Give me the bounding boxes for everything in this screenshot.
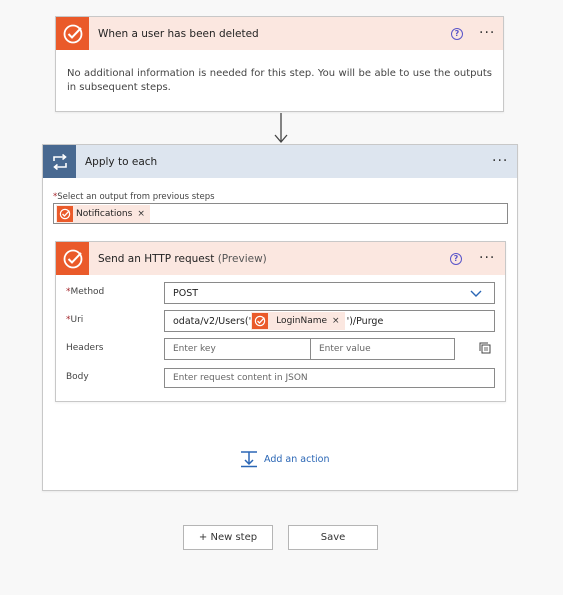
token-label: LoginName — [276, 316, 328, 326]
connector-check-icon — [56, 242, 89, 275]
help-icon[interactable]: ? — [450, 253, 462, 265]
http-request-card: Send an HTTP request (Preview) ? ··· *Me… — [55, 241, 506, 402]
add-an-action-button[interactable]: Add an action — [240, 450, 330, 468]
trigger-card-header[interactable]: When a user has been deleted ? ··· — [56, 17, 503, 50]
header-key-input[interactable]: Enter key — [164, 338, 311, 360]
uri-field[interactable]: odata/v2/Users(' LoginName × ')/Purge — [164, 310, 495, 332]
apply-to-each-title: Apply to each — [85, 155, 158, 168]
remove-token-icon[interactable]: × — [332, 316, 340, 326]
token-label: Notifications — [76, 208, 133, 219]
uri-suffix: ')/Purge — [346, 315, 384, 327]
switch-to-text-mode-icon[interactable] — [479, 342, 491, 354]
http-request-title: Send an HTTP request (Preview) — [98, 252, 267, 265]
new-step-button[interactable]: + New step — [183, 525, 273, 550]
remove-token-icon[interactable]: × — [137, 209, 145, 219]
save-button[interactable]: Save — [288, 525, 378, 550]
header-value-input[interactable]: Enter value — [310, 338, 455, 360]
login-name-token[interactable]: LoginName × — [251, 312, 345, 330]
chevron-down-icon — [470, 290, 482, 297]
flow-arrow-icon — [274, 113, 288, 143]
trigger-description: No additional information is needed for … — [67, 68, 492, 93]
trigger-card: When a user has been deleted ? ··· No ad… — [55, 16, 504, 112]
trigger-title: When a user has been deleted — [98, 27, 259, 40]
add-action-icon — [241, 451, 257, 468]
method-select[interactable]: POST — [164, 282, 495, 304]
body-input[interactable]: Enter request content in JSON — [164, 368, 495, 388]
select-output-field[interactable]: Notifications × — [53, 203, 508, 224]
more-options-icon[interactable]: ··· — [479, 26, 495, 40]
apply-to-each-card: Apply to each ··· *Select an output from… — [42, 144, 518, 491]
more-options-icon[interactable]: ··· — [492, 154, 508, 168]
connector-check-icon — [56, 17, 89, 50]
method-value: POST — [173, 287, 199, 299]
method-label: *Method — [66, 287, 105, 297]
notifications-token[interactable]: Notifications × — [56, 204, 150, 223]
connector-check-icon — [252, 313, 269, 329]
uri-label: *Uri — [66, 315, 84, 325]
http-request-header[interactable]: Send an HTTP request (Preview) ? ··· — [56, 242, 505, 275]
loop-icon — [43, 145, 76, 178]
connector-check-icon — [57, 205, 73, 222]
body-label: Body — [66, 372, 89, 382]
add-action-label: Add an action — [264, 453, 330, 465]
more-options-icon[interactable]: ··· — [479, 251, 495, 265]
headers-label: Headers — [66, 343, 104, 353]
apply-to-each-header[interactable]: Apply to each ··· — [43, 145, 517, 178]
help-icon[interactable]: ? — [451, 28, 463, 40]
select-output-label: *Select an output from previous steps — [53, 192, 215, 202]
uri-prefix: odata/v2/Users(' — [173, 315, 252, 327]
